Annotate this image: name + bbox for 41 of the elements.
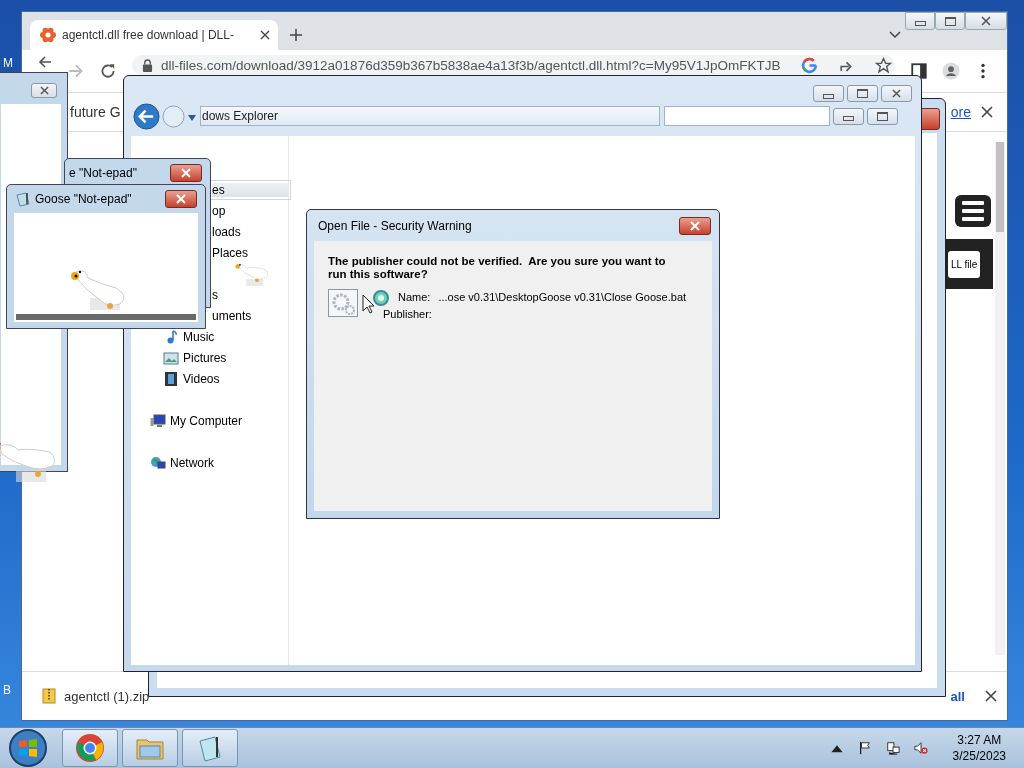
dialog-title: Open File - Security Warning <box>318 218 472 233</box>
sidebar-label: op <box>212 204 226 218</box>
info-bar-link[interactable]: ore <box>950 104 971 120</box>
sidebar-item[interactable]: Videos <box>131 372 288 386</box>
sidebar-item[interactable]: op <box>212 204 288 218</box>
sidebar-item[interactable]: s <box>212 288 288 302</box>
sidebar-label: Pictures <box>183 351 227 365</box>
sidebar-item[interactable]: uments <box>212 309 288 323</box>
sidebar-item[interactable]: loads <box>212 225 288 239</box>
browser-tab[interactable]: agentctl.dll free download | DLL- <box>30 20 278 50</box>
sidebar-label: My Computer <box>170 414 243 428</box>
sidebar-label: es <box>212 183 225 197</box>
sidebar-item[interactable]: Network <box>131 456 288 470</box>
clock-date[interactable]: 3/25/2023 <box>952 748 1006 764</box>
publisher-label: Publisher: <box>383 308 432 320</box>
sidebar-item[interactable]: Pictures <box>131 351 288 365</box>
sidebar-item[interactable]: My Computer <box>131 414 288 428</box>
sidebar-label: uments <box>212 309 252 323</box>
sidebar-label: Places <box>212 246 249 260</box>
sidebar-item[interactable]: Places <box>212 246 288 260</box>
name-label: Name: <box>398 291 431 303</box>
sidebar-label: loads <box>212 225 241 239</box>
window-title: e "Not-epad" <box>69 166 137 180</box>
clock-time[interactable]: 3:27 AM <box>957 732 1002 748</box>
window-title: Goose "Not-epad" <box>35 192 132 206</box>
sidebar-label: Network <box>170 456 214 470</box>
sidebar-label: Videos <box>183 372 220 386</box>
address-field[interactable]: dows Explorer <box>200 106 660 126</box>
download-button[interactable]: LL file <box>948 250 981 278</box>
sidebar-label: s <box>212 288 218 302</box>
file-name-value: ...ose v0.31\DesktopGoose v0.31\Close Goose.bat <box>438 291 687 303</box>
desktop-icon-label[interactable]: M <box>3 56 13 70</box>
address-bar[interactable]: dll-files.com/download/3912a01876d359b367b5838ae4a13f3b/agentctl.dll.html?c=My95V1JpOmFKTJB <box>132 55 895 75</box>
sidebar-item[interactable]: Music <box>131 330 288 344</box>
sidebar-label: Music <box>183 330 215 344</box>
warning-message: The publisher could not be verified. Are you sure you want to run this software? <box>328 255 667 281</box>
download-file-name[interactable]: agentctl (1).zip <box>64 688 150 704</box>
desktop-icon-label[interactable]: B <box>3 683 11 697</box>
info-bar-text: future G <box>70 104 121 120</box>
show-all-link[interactable]: all <box>950 688 965 704</box>
sidebar-item[interactable]: es <box>212 183 288 197</box>
